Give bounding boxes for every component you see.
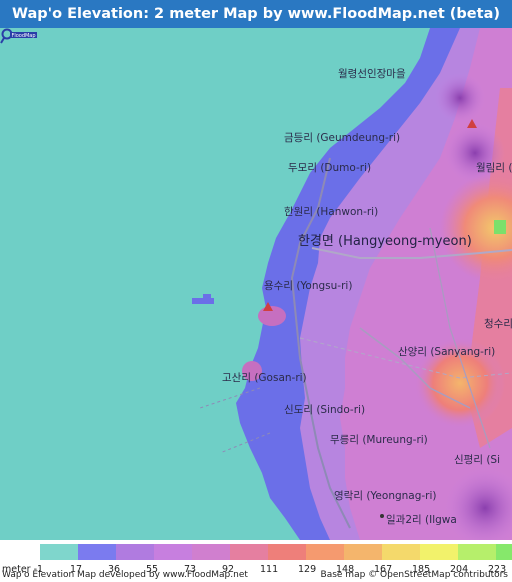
legend-swatch <box>344 544 382 560</box>
place-label: 한원리 (Hanwon-ri) <box>284 206 379 218</box>
legend-swatch <box>458 544 496 560</box>
place-label: 신도리 (Sindo-ri) <box>284 404 366 416</box>
floodmap-marker-icon[interactable]: FloodMap <box>0 28 38 44</box>
place-label: 두모리 (Dumo-ri) <box>288 162 372 174</box>
legend-swatch <box>154 544 192 560</box>
legend-tick: 129 <box>298 564 317 575</box>
place-label: 무릉리 (Mureung-ri) <box>330 434 428 446</box>
legend-swatch <box>192 544 230 560</box>
place-label: 고산리 (Gosan-ri) <box>222 372 307 384</box>
map-layer <box>0 28 512 540</box>
place-label: 영락리 (Yeongnag-ri) <box>334 490 437 502</box>
place-label: 용수리 (Yongsu-ri) <box>264 280 353 292</box>
legend-swatch <box>496 544 512 560</box>
map-title: Wap'o Elevation: 2 meter Map by www.Floo… <box>11 6 500 22</box>
credit-left: Wap'o Elevation Map developed by www.Flo… <box>2 570 248 580</box>
place-label: 금등리 (Geumdeung-ri) <box>284 132 401 144</box>
legend-swatch <box>420 544 458 560</box>
legend-tick: 111 <box>260 564 279 575</box>
legend-swatch <box>382 544 420 560</box>
legend-swatch <box>268 544 306 560</box>
legend-swatch <box>230 544 268 560</box>
place-label: 산양리 (Sanyang-ri) <box>398 346 496 358</box>
place-label: 일과2리 (Ilgwa <box>386 514 457 526</box>
credit-right[interactable]: Base map © OpenStreetMap contributors <box>321 570 508 580</box>
elevation-legend: meter -1 17 36 55 73 92 111 129 148 167 185 204 223… <box>0 540 512 582</box>
place-label: 신평리 (Si <box>454 454 500 466</box>
legend-swatch <box>40 544 78 560</box>
legend-swatch <box>78 544 116 560</box>
place-label: 월령선인장마을 <box>338 68 406 80</box>
place-label: 한경면 (Hangyeong-myeon) <box>298 234 472 249</box>
legend-swatch <box>116 544 154 560</box>
place-label: 월림리 (W <box>476 162 512 174</box>
elevation-map[interactable]: 월령선인장마을 금등리 (Geumdeung-ri) 두모리 (Dumo-ri)… <box>0 28 512 540</box>
legend-swatch <box>306 544 344 560</box>
place-label: 청수리 <box>484 318 512 330</box>
marker-label: FloodMap <box>11 33 35 39</box>
